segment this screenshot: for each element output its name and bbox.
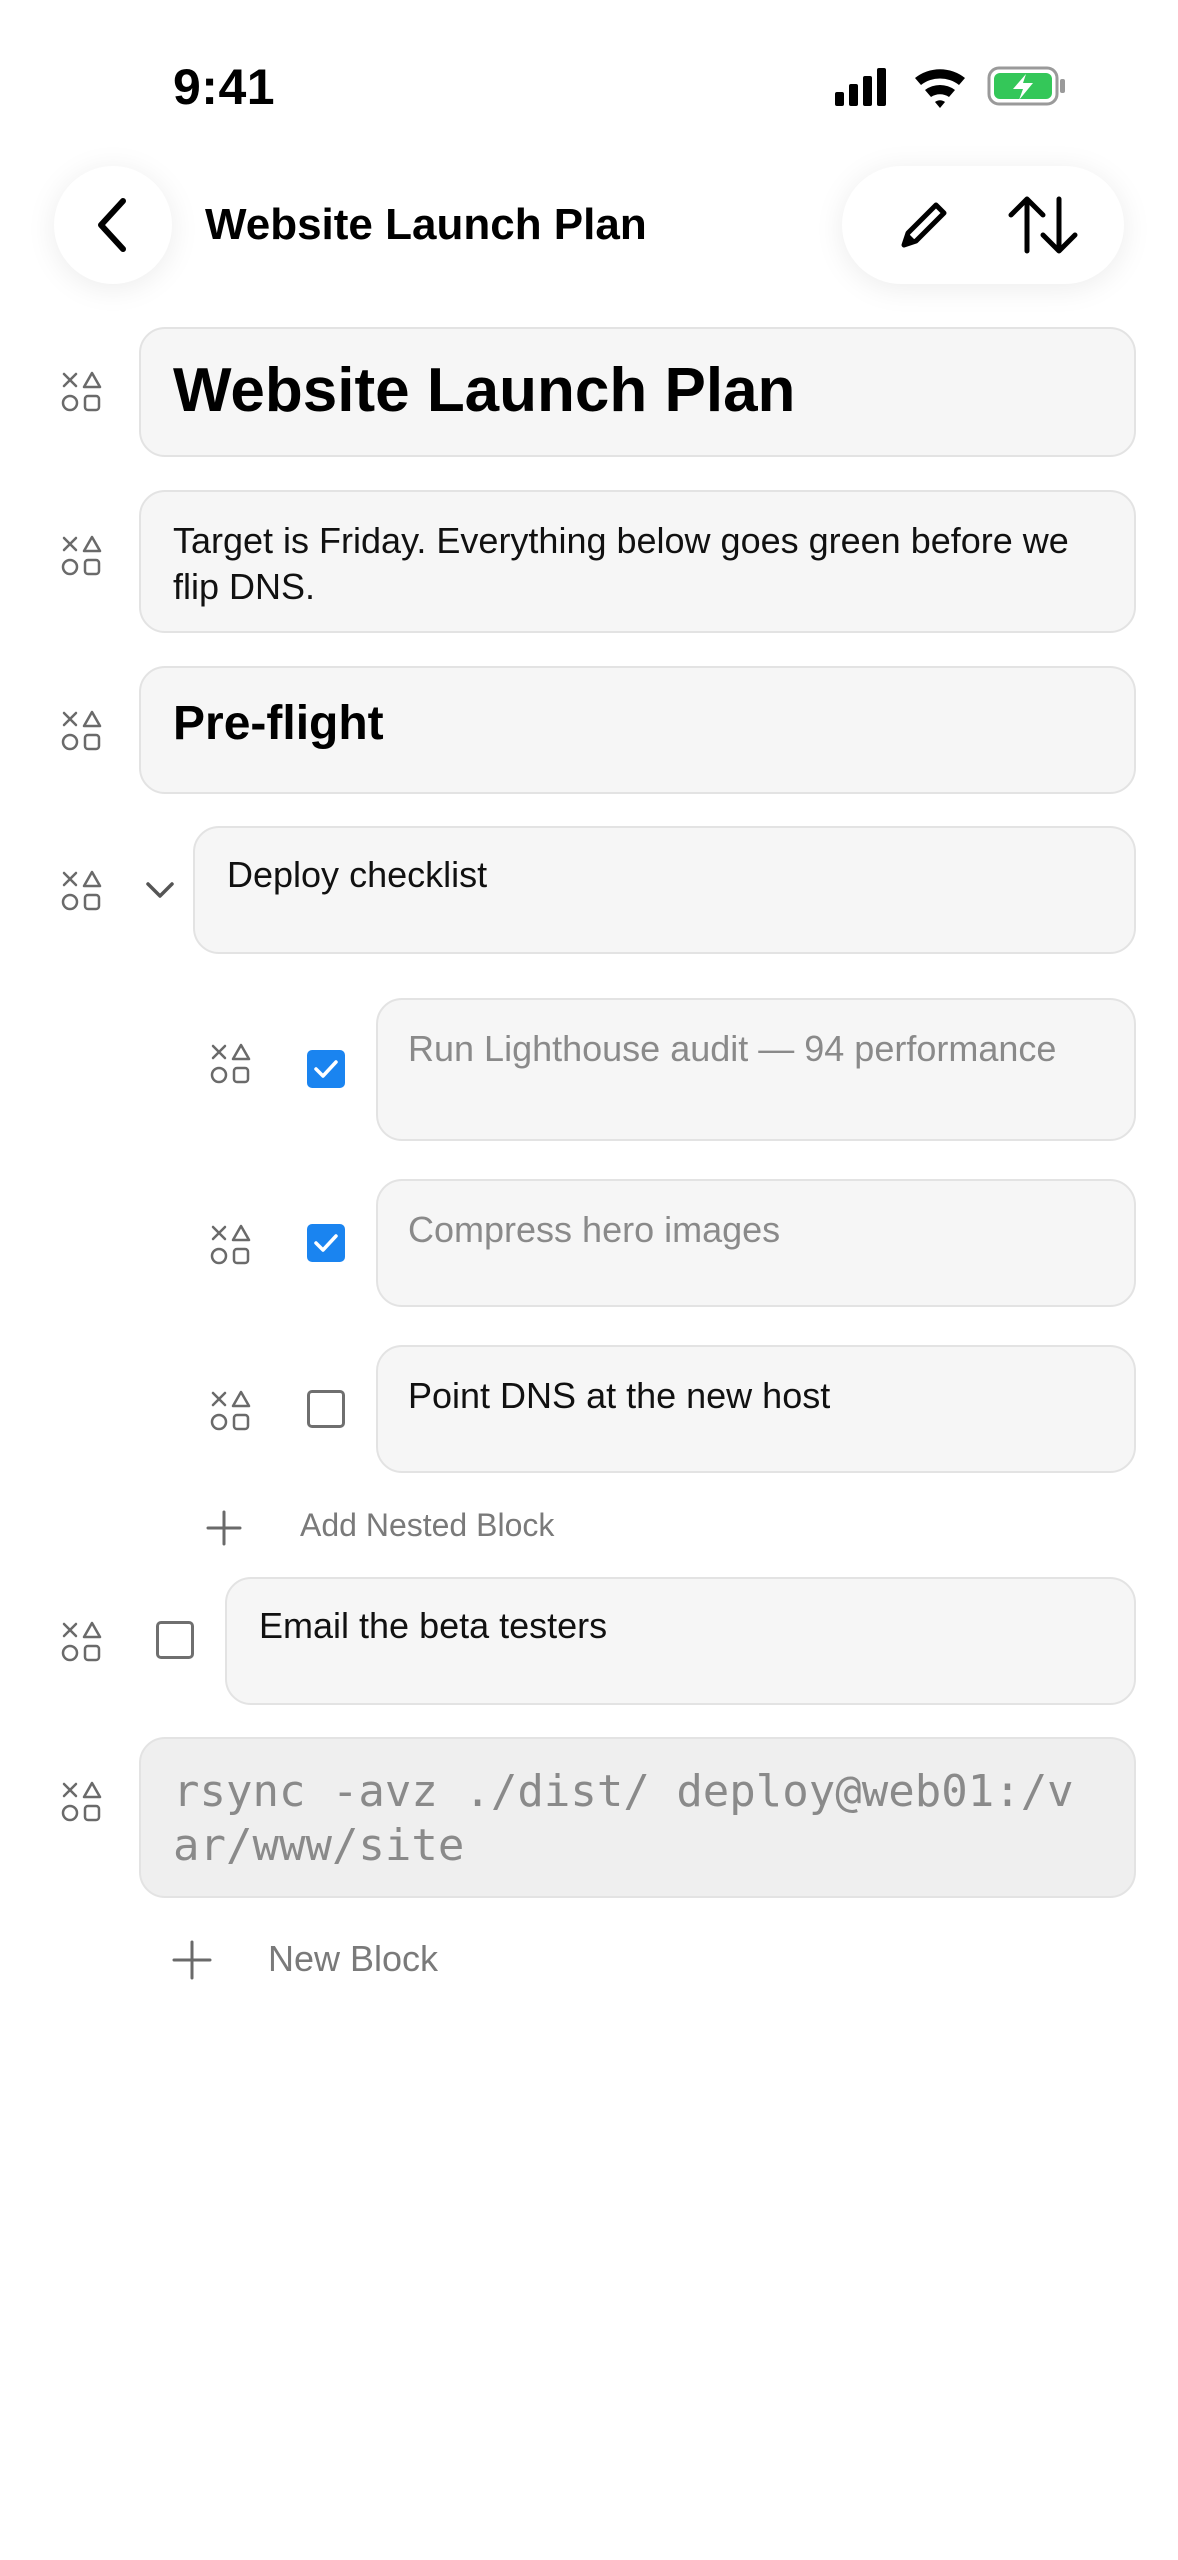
nav-actions [842, 166, 1124, 284]
back-button[interactable] [54, 166, 172, 284]
status-time: 9:41 [173, 59, 276, 115]
nested-todo-text: Run Lighthouse audit — 94 performance [408, 1028, 1057, 1069]
chevron-left-icon [98, 198, 126, 252]
new-block-button[interactable]: New Block [268, 1938, 438, 1980]
title-block[interactable]: Website Launch Plan [139, 327, 1136, 457]
toggle-block[interactable]: Deploy checklist [193, 826, 1136, 954]
heading-block-text: Pre-flight [173, 697, 384, 750]
block-handle-icon[interactable] [210, 1390, 252, 1432]
block-handle-icon[interactable] [210, 1043, 252, 1085]
nested-todo-block[interactable]: Compress hero images [376, 1179, 1136, 1307]
paragraph-block-text: Target is Friday. Everything below goes … [173, 520, 1069, 607]
block-handle-icon[interactable] [61, 1781, 103, 1823]
nested-todo-text: Point DNS at the new host [408, 1375, 831, 1416]
arrow-up-down-icon [1008, 196, 1077, 254]
toggle-block-text: Deploy checklist [227, 854, 488, 895]
block-handle-icon[interactable] [210, 1224, 252, 1266]
block-handle-icon[interactable] [61, 535, 103, 577]
todo-checkbox-checked[interactable] [307, 1224, 345, 1262]
code-block[interactable]: rsync -avz ./dist/ deploy@web01:/var/www… [139, 1737, 1136, 1898]
block-handle-icon[interactable] [61, 1621, 103, 1663]
title-block-text: Website Launch Plan [173, 356, 796, 425]
block-handle-icon[interactable] [61, 710, 103, 752]
battery-icon [987, 66, 1065, 106]
todo-block[interactable]: Email the beta testers [225, 1577, 1136, 1705]
block-handle-icon[interactable] [61, 371, 103, 413]
heading-block[interactable]: Pre-flight [139, 666, 1136, 794]
chevron-down-icon[interactable] [144, 876, 176, 904]
todo-block-text: Email the beta testers [259, 1605, 608, 1646]
checkmark-icon [314, 1060, 338, 1078]
todo-checkbox-unchecked[interactable] [307, 1390, 345, 1428]
plus-icon[interactable] [170, 1938, 214, 1982]
add-nested-block-button[interactable]: Add Nested Block [300, 1507, 554, 1544]
edit-button[interactable] [874, 175, 974, 275]
block-handle-icon[interactable] [61, 870, 103, 912]
pencil-icon [901, 202, 946, 248]
plus-icon[interactable] [204, 1508, 244, 1548]
cellular-signal-icon [835, 68, 886, 106]
todo-checkbox-checked[interactable] [307, 1050, 345, 1088]
reorder-button[interactable] [993, 175, 1093, 275]
paragraph-block[interactable]: Target is Friday. Everything below goes … [139, 490, 1136, 633]
wifi-icon [915, 69, 965, 108]
nested-todo-block[interactable]: Point DNS at the new host [376, 1345, 1136, 1473]
nested-todo-block[interactable]: Run Lighthouse audit — 94 performance [376, 998, 1136, 1141]
todo-checkbox-unchecked[interactable] [156, 1621, 194, 1659]
nested-todo-text: Compress hero images [408, 1209, 781, 1250]
status-icons [835, 66, 1065, 108]
checkmark-icon [314, 1234, 338, 1252]
code-block-text: rsync -avz ./dist/ deploy@web01:/var/www… [173, 1766, 1074, 1871]
nav-title: Website Launch Plan [205, 200, 647, 249]
